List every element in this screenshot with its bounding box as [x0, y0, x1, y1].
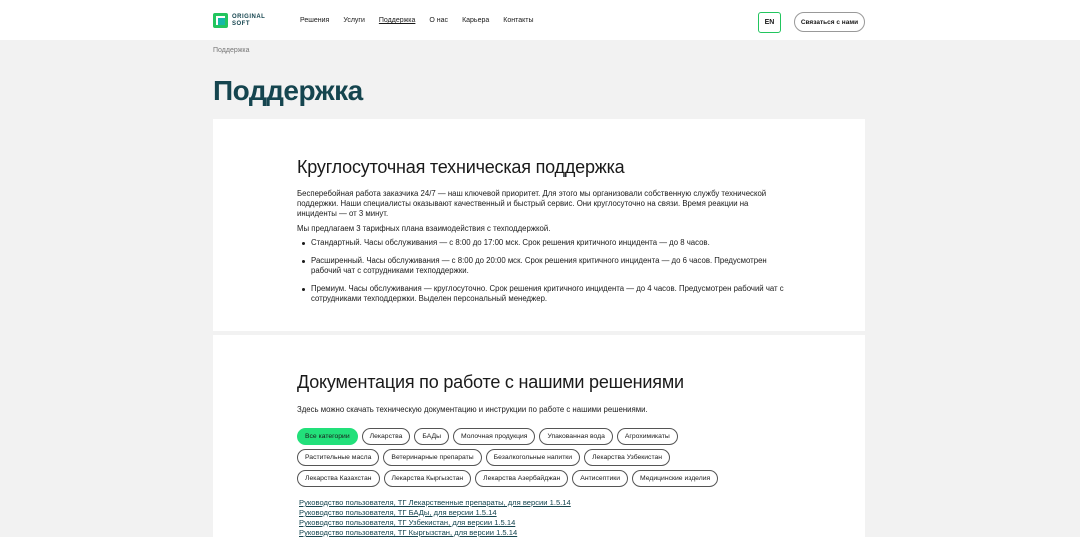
list-item: Премиум. Часы обслуживания — круглосуточ… [297, 284, 787, 304]
docs-intro: Здесь можно скачать техническую документ… [297, 405, 648, 414]
category-filters: Все категории Лекарства БАДы Молочная пр… [297, 428, 747, 487]
category-chip[interactable]: Лекарства Узбекистан [584, 449, 671, 466]
category-chip[interactable]: Агрохимикаты [616, 428, 678, 445]
category-chip[interactable]: Лекарства Кыргызстан [383, 470, 472, 487]
docs-title: Документация по работе с нашими решениям… [297, 372, 684, 392]
category-chip-all[interactable]: Все категории [297, 428, 358, 445]
nav-item-career[interactable]: Карьера [462, 17, 489, 24]
contact-button[interactable]: Связаться с нами [794, 12, 865, 32]
support-intro: Бесперебойная работа заказчика 24/7 — на… [297, 189, 767, 218]
category-chip[interactable]: Лекарства Азербайджан [475, 470, 569, 487]
doc-link[interactable]: Руководство пользователя, ТГ Кыргызстан,… [299, 528, 787, 537]
support-title: Круглосуточная техническая поддержка [297, 157, 625, 177]
docs-card: Документация по работе с нашими решениям… [213, 335, 865, 537]
category-chip[interactable]: Растительные масла [297, 449, 380, 466]
nav-item-contacts[interactable]: Контакты [503, 17, 533, 24]
site-header: ORIGINAL SOFT Решения Услуги Поддержка О… [0, 0, 1080, 40]
category-chip[interactable]: Молочная продукция [452, 428, 536, 445]
doc-link[interactable]: Руководство пользователя, ТГ Лекарственн… [299, 498, 787, 508]
category-chip[interactable]: Безалкогольные напитки [485, 449, 581, 466]
logo[interactable]: ORIGINAL SOFT [213, 13, 265, 28]
logo-text: ORIGINAL SOFT [232, 13, 266, 27]
doc-link[interactable]: Руководство пользователя, ТГ БАДы, для в… [299, 508, 787, 518]
category-chip[interactable]: Лекарства [361, 428, 411, 445]
support-card: Круглосуточная техническая поддержка Бес… [213, 119, 865, 331]
list-item: Расширенный. Часы обслуживания — с 8:00 … [297, 256, 787, 276]
plans-list: Стандартный. Часы обслуживания — с 8:00 … [297, 238, 787, 304]
page-title: Поддержка [213, 75, 363, 106]
nav-item-solutions[interactable]: Решения [300, 17, 329, 24]
main-nav: Решения Услуги Поддержка О нас Карьера К… [300, 17, 534, 24]
category-chip[interactable]: Лекарства Казахстан [297, 470, 380, 487]
nav-item-support[interactable]: Поддержка [379, 17, 416, 24]
category-chip[interactable]: Медицинские изделия [632, 470, 719, 487]
category-chip[interactable]: Ветеринарные препараты [383, 449, 482, 466]
list-item: Стандартный. Часы обслуживания — с 8:00 … [297, 238, 787, 248]
plans-intro: Мы предлагаем 3 тарифных плана взаимодей… [297, 224, 551, 233]
docs-list: Руководство пользователя, ТГ Лекарственн… [297, 498, 787, 537]
category-chip[interactable]: БАДы [414, 428, 449, 445]
nav-item-about[interactable]: О нас [429, 17, 448, 24]
category-chip[interactable]: Упакованная вода [539, 428, 613, 445]
category-chip[interactable]: Антисептики [572, 470, 629, 487]
doc-link[interactable]: Руководство пользователя, ТГ Узбекистан,… [299, 518, 787, 528]
language-button[interactable]: EN [758, 12, 781, 33]
logo-icon [213, 13, 228, 28]
breadcrumb[interactable]: Поддержка [213, 47, 250, 54]
nav-item-services[interactable]: Услуги [343, 17, 365, 24]
